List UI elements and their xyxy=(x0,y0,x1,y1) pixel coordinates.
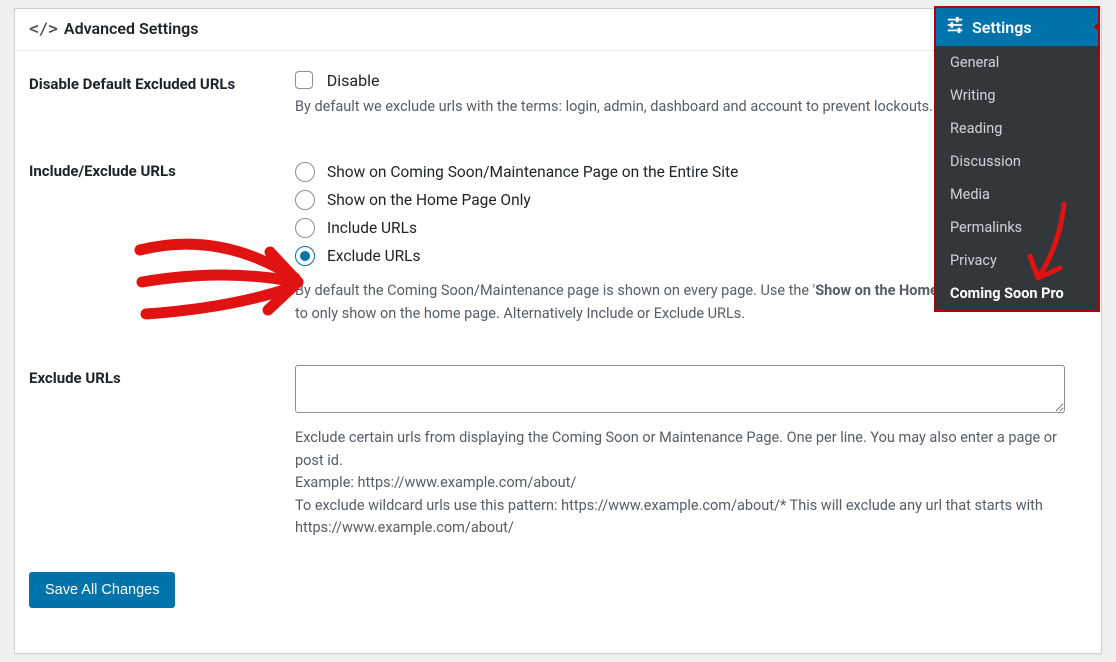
flyout-item-discussion[interactable]: Discussion xyxy=(936,145,1098,178)
exclude-urls-textarea[interactable] xyxy=(295,365,1065,413)
radio-label: Include URLs xyxy=(327,219,417,237)
row-exclude-urls-label: Exclude URLs xyxy=(15,345,295,559)
flyout-item-media[interactable]: Media xyxy=(936,178,1098,211)
radio-label: Show on the Home Page Only xyxy=(327,191,531,209)
flyout-item-coming-soon-pro[interactable]: Coming Soon Pro xyxy=(936,277,1098,310)
flyout-item-general[interactable]: General xyxy=(936,46,1098,79)
disable-checkbox-label: Disable xyxy=(327,71,380,90)
disable-checkbox-wrap[interactable]: Disable xyxy=(295,72,379,90)
panel-title: Advanced Settings xyxy=(64,19,199,38)
sliders-icon xyxy=(946,16,964,38)
desc-pre: By default the Coming Soon/Maintenance p… xyxy=(295,282,815,299)
flyout-item-reading[interactable]: Reading xyxy=(936,112,1098,145)
exclude-help-3: To exclude wildcard urls use this patter… xyxy=(295,495,1071,540)
flyout-item-writing[interactable]: Writing xyxy=(936,79,1098,112)
exclude-help-1: Exclude certain urls from displaying the… xyxy=(295,427,1071,472)
exclude-help-2: Example: https://www.example.com/about/ xyxy=(295,472,1071,494)
radio-button[interactable] xyxy=(295,190,315,210)
wp-settings-flyout: Settings GeneralWritingReadingDiscussion… xyxy=(934,6,1100,312)
disable-checkbox[interactable] xyxy=(295,71,313,89)
radio-button[interactable] xyxy=(295,162,315,182)
flyout-item-privacy[interactable]: Privacy xyxy=(936,244,1098,277)
row-disable-label: Disable Default Excluded URLs xyxy=(15,51,295,138)
radio-button[interactable] xyxy=(295,246,315,266)
flyout-item-permalinks[interactable]: Permalinks xyxy=(936,211,1098,244)
row-include-exclude-label: Include/Exclude URLs xyxy=(15,138,295,345)
flyout-header[interactable]: Settings xyxy=(936,8,1098,46)
radio-label: Show on Coming Soon/Maintenance Page on … xyxy=(327,163,738,181)
save-button[interactable]: Save All Changes xyxy=(29,572,175,608)
flyout-title: Settings xyxy=(972,18,1032,37)
radio-button[interactable] xyxy=(295,218,315,238)
radio-label: Exclude URLs xyxy=(327,247,421,265)
code-icon: </> xyxy=(29,19,58,38)
